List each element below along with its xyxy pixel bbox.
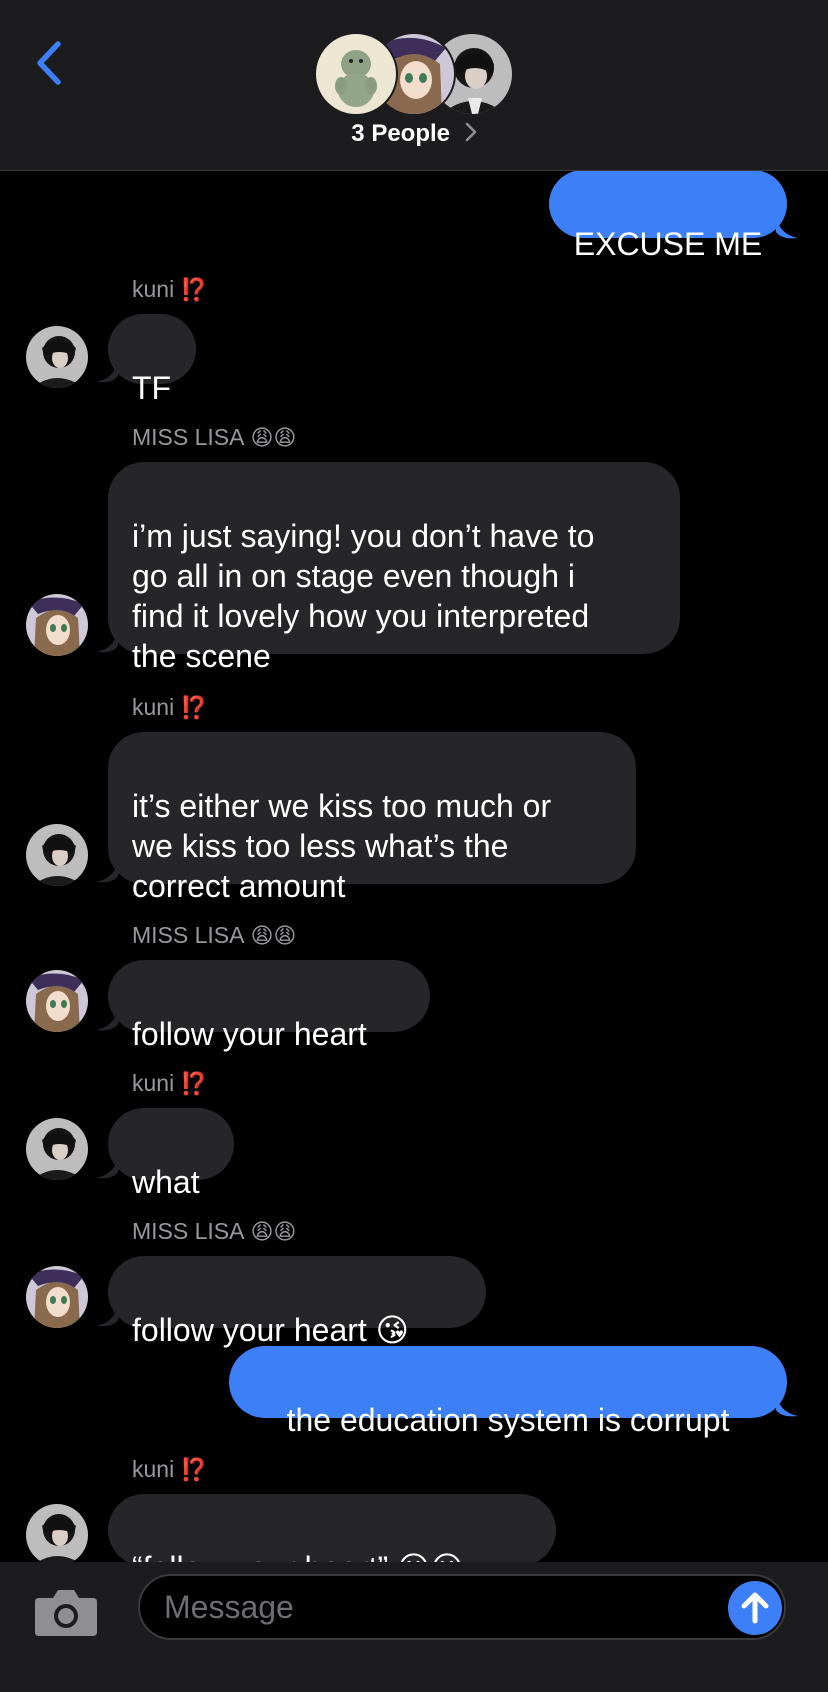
- sender-avatar-lisa[interactable]: [26, 594, 88, 656]
- bubble-tail: [96, 1006, 118, 1031]
- message-text: the education system is corrupt: [286, 1402, 730, 1438]
- sender-label: MISS LISA 😩😩: [132, 922, 297, 949]
- sender-avatar-lisa[interactable]: [26, 970, 88, 1032]
- outgoing-bubble[interactable]: EXCUSE ME: [549, 170, 787, 262]
- chevron-left-icon: [37, 41, 61, 85]
- message-text: it’s either we kiss too much or we kiss …: [132, 788, 552, 904]
- back-button[interactable]: [30, 38, 70, 88]
- bubble-tail: [96, 1302, 118, 1327]
- camera-button[interactable]: [33, 1586, 99, 1638]
- message-text: “follow your heart” 😐😐: [132, 1550, 464, 1562]
- message-text: TF: [132, 370, 172, 406]
- conversation-header: 3 People: [0, 0, 828, 171]
- sender-label: MISS LISA 😩😩: [132, 1218, 297, 1245]
- chevron-right-icon: [465, 121, 477, 149]
- sender-avatar-lisa[interactable]: [26, 1266, 88, 1328]
- message-text: EXCUSE ME: [573, 226, 763, 262]
- incoming-bubble[interactable]: what: [108, 1108, 234, 1200]
- bubble-tail: [96, 358, 118, 383]
- sender-avatar-kuni[interactable]: [26, 326, 88, 388]
- send-button[interactable]: [728, 1581, 782, 1635]
- bubble-tail: [96, 628, 118, 653]
- sender-label: kuni ⁉️: [132, 1456, 208, 1483]
- bubble-tail: [776, 1392, 798, 1417]
- incoming-bubble[interactable]: it’s either we kiss too much or we kiss …: [108, 732, 636, 904]
- compose-bar: Message: [0, 1562, 828, 1692]
- bubble-tail: [96, 1154, 118, 1179]
- message-placeholder: Message: [164, 1589, 294, 1625]
- incoming-bubble[interactable]: “follow your heart” 😐😐: [108, 1494, 556, 1562]
- sender-label: MISS LISA 😩😩: [132, 424, 297, 451]
- message-text: follow your heart: [132, 1016, 367, 1052]
- message-text: what: [132, 1164, 200, 1200]
- outgoing-bubble[interactable]: the education system is corrupt: [229, 1346, 787, 1438]
- sender-label: kuni ⁉️: [132, 694, 208, 721]
- message-input[interactable]: Message: [138, 1574, 786, 1640]
- bubble-tail: [776, 214, 798, 239]
- group-avatars[interactable]: [314, 32, 514, 116]
- avatar-plush: [314, 32, 398, 116]
- incoming-bubble[interactable]: follow your heart 😘: [108, 1256, 486, 1348]
- group-details-link[interactable]: 3 People: [0, 120, 828, 149]
- message-text: follow your heart 😘: [132, 1312, 410, 1348]
- incoming-bubble[interactable]: i’m just saying! you don’t have to go al…: [108, 462, 680, 674]
- sender-label: kuni ⁉️: [132, 1070, 208, 1097]
- sender-avatar-kuni[interactable]: [26, 824, 88, 886]
- incoming-bubble[interactable]: follow your heart: [108, 960, 430, 1052]
- sender-avatar-kuni[interactable]: [26, 1504, 88, 1562]
- bubble-tail: [96, 858, 118, 883]
- sender-label: kuni ⁉️: [132, 276, 208, 303]
- group-title: 3 People: [351, 120, 451, 147]
- sender-avatar-kuni[interactable]: [26, 1118, 88, 1180]
- camera-icon: [35, 1590, 97, 1636]
- arrow-up-icon: [741, 1592, 769, 1624]
- incoming-bubble[interactable]: TF: [108, 314, 196, 406]
- message-text: i’m just saying! you don’t have to go al…: [132, 518, 595, 674]
- message-thread[interactable]: EXCUSE ME kuni ⁉️ TF MISS LISA 😩😩 i’m just…: [0, 170, 828, 1562]
